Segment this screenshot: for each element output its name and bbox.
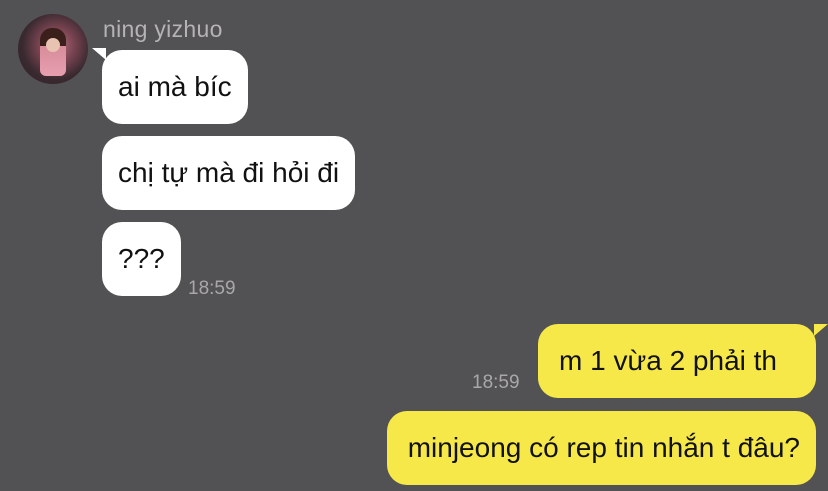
outgoing-message[interactable]: minjeong có rep tin nhắn t đâu?: [386, 411, 816, 485]
contact-avatar[interactable]: [18, 14, 88, 84]
outgoing-bubble-tail: [814, 324, 828, 336]
outgoing-message[interactable]: m 1 vừa 2 phải th: [538, 324, 816, 398]
incoming-message[interactable]: chị tự mà đi hỏi đi: [102, 136, 356, 210]
avatar-face: [46, 38, 60, 52]
incoming-bubble-tail: [92, 48, 106, 60]
outgoing-timestamp: 18:59: [472, 372, 520, 393]
incoming-timestamp: 18:59: [188, 278, 236, 299]
incoming-message[interactable]: ???: [102, 222, 181, 296]
incoming-message[interactable]: ai mà bíc: [102, 50, 248, 124]
avatar-figure: [40, 28, 66, 76]
contact-name: ning yizhuo: [103, 16, 223, 42]
